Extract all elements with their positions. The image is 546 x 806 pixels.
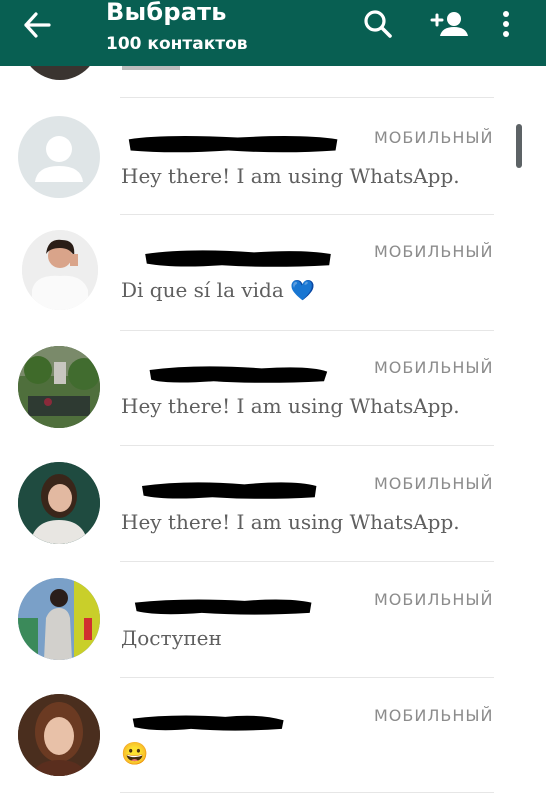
contact-avatar (18, 578, 100, 660)
contact-status: Доступен (121, 626, 222, 650)
scrollbar[interactable] (516, 124, 522, 168)
row-divider (120, 214, 494, 215)
contact-avatar (18, 462, 100, 544)
redacted-name-mask (132, 715, 284, 731)
redacted-name-mask (142, 482, 317, 499)
redacted-name-mask (134, 599, 312, 615)
add-contact-button[interactable] (430, 8, 470, 38)
redacted-name-mask (128, 136, 338, 153)
contact-status: Hey there! I am using WhatsApp. (121, 394, 460, 418)
page-title: Выбрать (106, 0, 227, 26)
phone-type-label: МОБИЛЬНЫЙ (374, 706, 494, 725)
contact-status: Di que sí la vida 💙 (121, 278, 316, 302)
contact-list: МОБИЛЬНЫЙ Hey there! I am using WhatsApp… (0, 0, 546, 794)
row-divider (120, 792, 494, 793)
contact-row[interactable]: МОБИЛЬНЫЙ 😀 (0, 694, 546, 806)
redacted-status-mark (122, 66, 180, 70)
contact-row[interactable]: МОБИЛЬНЫЙ Hey there! I am using WhatsApp… (0, 116, 546, 228)
search-button[interactable] (362, 8, 396, 38)
contact-row[interactable]: МОБИЛЬНЫЙ Hey there! I am using WhatsApp… (0, 462, 546, 574)
phone-type-label: МОБИЛЬНЫЙ (374, 358, 494, 377)
phone-type-label: МОБИЛЬНЫЙ (374, 242, 494, 261)
contact-row[interactable]: МОБИЛЬНЫЙ Hey there! I am using WhatsApp… (0, 346, 546, 458)
redacted-name-mask (145, 250, 331, 267)
contact-status: Hey there! I am using WhatsApp. (121, 510, 460, 534)
search-icon (364, 10, 392, 38)
add-person-icon (430, 12, 468, 36)
contact-row[interactable]: МОБИЛЬНЫЙ Di que sí la vida 💙 (0, 230, 546, 342)
contact-avatar (18, 346, 100, 428)
row-divider (120, 561, 494, 562)
app-bar: Выбрать 100 контактов (0, 0, 546, 66)
phone-type-label: МОБИЛЬНЫЙ (374, 474, 494, 493)
more-vert-icon (503, 11, 509, 37)
row-divider (120, 330, 494, 331)
row-divider (120, 445, 494, 446)
row-divider (120, 97, 494, 98)
contact-avatar (22, 230, 98, 310)
phone-type-label: МОБИЛЬНЫЙ (374, 128, 494, 147)
redacted-name-mask (149, 366, 328, 383)
more-options-button[interactable] (496, 8, 516, 40)
back-button[interactable] (22, 10, 62, 40)
contact-status: 😀 (121, 742, 149, 767)
contact-count: 100 контактов (106, 34, 248, 54)
phone-type-label: МОБИЛЬНЫЙ (374, 590, 494, 609)
contact-status: Hey there! I am using WhatsApp. (121, 164, 460, 188)
contact-row[interactable]: МОБИЛЬНЫЙ Доступен (0, 578, 546, 690)
arrow-left-icon (24, 12, 51, 38)
default-avatar-icon (18, 116, 100, 198)
contact-avatar (18, 694, 100, 776)
row-divider (120, 677, 494, 678)
